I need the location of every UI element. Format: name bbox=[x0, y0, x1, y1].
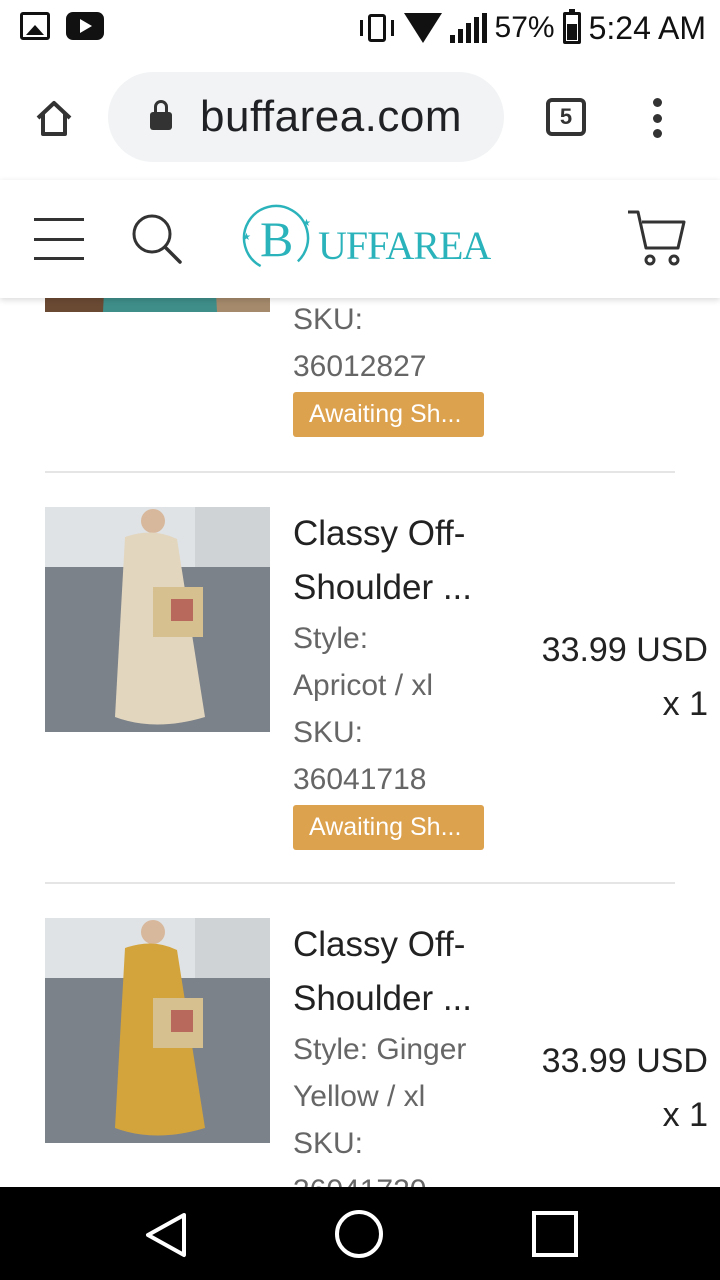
gallery-icon bbox=[20, 12, 50, 40]
svg-text:★: ★ bbox=[302, 218, 311, 229]
lock-icon bbox=[150, 100, 172, 130]
product-image[interactable] bbox=[45, 298, 270, 312]
style-value: Apricot / xl bbox=[293, 669, 434, 702]
battery-percent: 57% bbox=[494, 11, 555, 44]
home-icon[interactable] bbox=[34, 98, 74, 138]
signal-icon bbox=[449, 13, 487, 43]
status-badge: Awaiting Sh... bbox=[293, 392, 484, 437]
sku-value: 36041718 bbox=[293, 763, 427, 796]
site-header: B ★ ★ UFFAREA bbox=[0, 180, 720, 298]
item-qty: x 1 bbox=[508, 298, 708, 312]
hamburger-icon[interactable] bbox=[34, 218, 84, 260]
item-price: 33.99 USD bbox=[541, 1042, 708, 1080]
style-label: Style: bbox=[293, 622, 369, 655]
item-price: 33.99 USD bbox=[541, 631, 708, 669]
svg-text:★: ★ bbox=[242, 232, 251, 243]
vibrate-icon bbox=[358, 12, 396, 44]
sku-label: SKU: bbox=[293, 1127, 364, 1160]
sku-value: 36041720 bbox=[293, 1167, 513, 1187]
battery-icon bbox=[562, 9, 581, 44]
item-qty: x 1 bbox=[662, 1096, 708, 1134]
cart-icon[interactable] bbox=[626, 208, 688, 268]
logo-mark-icon: B ★ ★ bbox=[242, 204, 311, 272]
clock: 5:24 AM bbox=[588, 9, 706, 46]
svg-text:B: B bbox=[260, 211, 293, 267]
system-nav-bar bbox=[0, 1187, 720, 1280]
product-title-cont[interactable]: Shoulder ... bbox=[293, 561, 513, 615]
browser-toolbar: buffarea.com 5 bbox=[0, 56, 720, 180]
logo-wordmark: UFFAREA bbox=[318, 223, 491, 268]
site-logo[interactable]: B ★ ★ UFFAREA bbox=[234, 198, 494, 282]
youtube-icon bbox=[66, 12, 104, 40]
sku-label: SKU: bbox=[293, 716, 364, 749]
product-title[interactable]: Classy Off- bbox=[293, 507, 513, 561]
style-value: Yellow / xl bbox=[293, 1080, 426, 1113]
wifi-icon bbox=[403, 13, 442, 43]
sku-value: 36012827 bbox=[293, 350, 427, 383]
style-label: Style: Ginger bbox=[293, 1033, 467, 1066]
search-icon[interactable] bbox=[130, 212, 184, 266]
tabs-icon[interactable]: 5 bbox=[546, 98, 586, 136]
back-icon[interactable] bbox=[142, 1211, 188, 1259]
product-title-cont[interactable]: Shoulder ... bbox=[293, 972, 513, 1026]
recents-icon[interactable] bbox=[532, 1211, 578, 1257]
divider bbox=[45, 471, 675, 473]
status-bar: 57% 5:24 AM bbox=[0, 0, 720, 56]
url-text: buffarea.com bbox=[200, 92, 463, 141]
order-list[interactable]: SKU: 36012827 Awaiting Sh... x 1 Classy … bbox=[0, 298, 720, 1187]
home-circle-icon[interactable] bbox=[335, 1210, 383, 1258]
more-menu-icon[interactable] bbox=[650, 98, 664, 138]
product-title[interactable]: Classy Off- bbox=[293, 918, 513, 972]
status-badge: Awaiting Sh... bbox=[293, 805, 484, 850]
item-qty: x 1 bbox=[662, 685, 708, 723]
address-bar[interactable]: buffarea.com bbox=[108, 72, 504, 162]
sku-label: SKU: bbox=[293, 303, 364, 336]
product-image[interactable] bbox=[45, 918, 270, 1143]
divider bbox=[45, 882, 675, 884]
product-image[interactable] bbox=[45, 507, 270, 732]
